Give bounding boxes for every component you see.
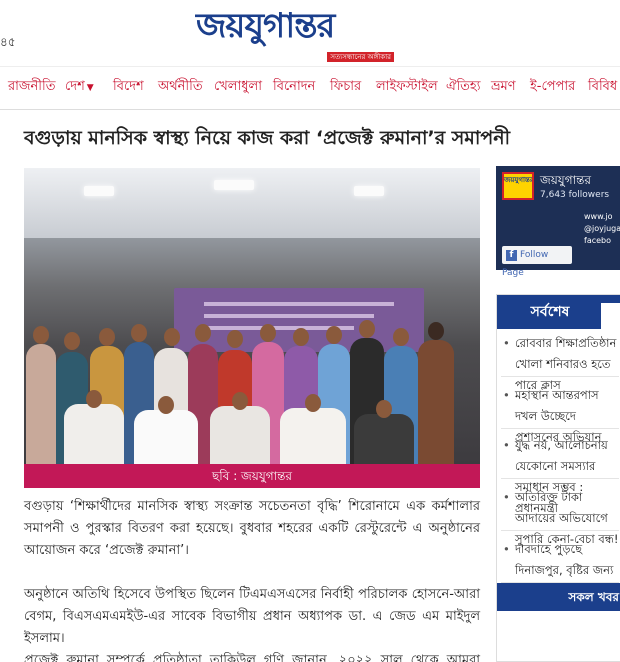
photo-person [210, 406, 270, 464]
latest-news-item[interactable]: রোববার শিক্ষাপ্রতিষ্ঠান খোলা শনিবারও হতে… [501, 333, 619, 392]
facebook-icon: f [506, 250, 517, 261]
nav-item-epaper[interactable]: ই-পেপার [530, 77, 575, 98]
banner-stripe [204, 302, 394, 306]
photo-ceiling-light [84, 186, 114, 196]
photo-person-head [195, 324, 211, 342]
photo-person-head [164, 328, 180, 346]
article-headline: বগুড়ায় মানসিক স্বাস্থ্য নিয়ে কাজ করা … [24, 127, 511, 149]
latest-news-item[interactable]: দাবদাহে পুড়ছে দিনাজপুর, বৃষ্টির জন্য বি… [501, 539, 619, 598]
chevron-down-icon: ▼ [86, 83, 94, 93]
nav-item-economy[interactable]: অর্থনীতি [158, 77, 203, 98]
photo-ceiling-light [214, 180, 254, 190]
logo-tagline: সত্যসন্ধানের অঙ্গীকার [327, 52, 394, 62]
photo-person [26, 344, 56, 464]
nav-item-feature[interactable]: ফিচার [330, 77, 361, 98]
photo-person-head [359, 320, 375, 338]
photo-person-head [293, 328, 309, 346]
photo-person-head [393, 328, 409, 346]
photo-ceiling [24, 168, 480, 238]
photo-person-head [326, 326, 342, 344]
photo-person-head [232, 392, 248, 410]
nav-item-misc[interactable]: বিবিধ [588, 77, 617, 98]
photo-person [418, 340, 454, 464]
article-photo [24, 168, 480, 464]
photo-ceiling-light [354, 186, 384, 196]
nav-item-entertainment[interactable]: বিনোদন [273, 77, 315, 98]
photo-person [354, 414, 414, 464]
latest-news-title[interactable]: সর্বশেষ [509, 301, 591, 323]
nav-item-lifestyle[interactable]: লাইফস্টাইল [376, 77, 438, 98]
photo-person-head [305, 394, 321, 412]
facebook-link-facebook[interactable]: facebo [584, 236, 611, 245]
photo-person [64, 404, 124, 464]
latest-news-tab[interactable] [601, 303, 620, 329]
latest-news-item[interactable]: যুদ্ধ নয়, আলোচনায় যেকোনো সমস্যার সমাধা… [501, 435, 619, 515]
facebook-page-name[interactable]: জয়যুগান্তর [540, 172, 591, 192]
facebook-link-website[interactable]: www.jo [584, 212, 613, 221]
photo-person-head [428, 322, 444, 340]
article-paragraph: প্রজেক্ট রুমানা সম্পর্কে প্রতিষ্ঠাতা তাক… [24, 653, 480, 662]
nav-item-abroad[interactable]: বিদেশ [113, 77, 144, 98]
photo-person-head [33, 326, 49, 344]
nav-item-sports[interactable]: খেলাধুলা [214, 77, 262, 98]
photo-caption: ছবি : জয়যুগান্তর [212, 469, 292, 483]
photo-person-head [86, 390, 102, 408]
top-number: ৪৫ [0, 35, 16, 49]
nav-item-country-label: দেশ [65, 79, 85, 94]
nav-item-heritage[interactable]: ঐতিহ্য [446, 77, 481, 98]
facebook-link-handle[interactable]: @joyjuga [584, 224, 620, 233]
facebook-follow-button[interactable]: f Follow Page [502, 246, 572, 278]
photo-person-head [131, 324, 147, 342]
photo-person-head [227, 330, 243, 348]
photo-person-head [158, 396, 174, 414]
photo-caption-bar: ছবি : জয়যুগান্তর [24, 464, 480, 488]
all-news-label: সকল খবর [568, 590, 619, 604]
nav-item-politics[interactable]: রাজনীতি [8, 77, 56, 98]
facebook-page-thumbnail: জয়যুগান্তর [502, 172, 534, 200]
article-paragraph: বগুড়ায় ‘শিক্ষার্থীদের মানসিক স্বাস্থ্য… [24, 499, 480, 558]
site-logo[interactable]: জয়যুগান্তর সত্যসন্ধানের অঙ্গীকার [196, 6, 400, 62]
logo-text: জয়যুগান্তর [196, 6, 335, 46]
latest-news-header: সর্বশেষ [497, 295, 620, 329]
latest-news-item[interactable]: মহাস্থান আন্তরপাস দখল উচ্ছেদে প্রশাসনের … [501, 385, 619, 444]
photo-person-head [99, 328, 115, 346]
photo-person-head [376, 400, 392, 418]
latest-news-item[interactable]: অতিরিক্ত টাকা আদায়ের অভিযোগে সুপারি কেন… [501, 487, 619, 546]
article-paragraph: অনুষ্ঠানে অতিথি হিসেবে উপস্থিত ছিলেন টিএ… [24, 587, 480, 646]
all-news-bar[interactable]: সকল খবর [497, 583, 620, 611]
latest-news-panel: সর্বশেষ রোববার শিক্ষাপ্রতিষ্ঠান খোলা শনি… [496, 294, 620, 662]
main-nav: রাজনীতি দেশ ▼ বিদেশ অর্থনীতি খেলাধুলা বিন… [0, 66, 620, 110]
facebook-followers-count: 7,643 followers [540, 190, 610, 200]
photo-person [134, 410, 198, 464]
photo-person [280, 408, 346, 464]
nav-item-country[interactable]: দেশ ▼ [65, 77, 94, 98]
nav-item-travel[interactable]: ভ্রমণ [491, 77, 516, 98]
photo-crowd [24, 318, 480, 464]
photo-person-head [260, 324, 276, 342]
photo-person-head [64, 332, 80, 350]
